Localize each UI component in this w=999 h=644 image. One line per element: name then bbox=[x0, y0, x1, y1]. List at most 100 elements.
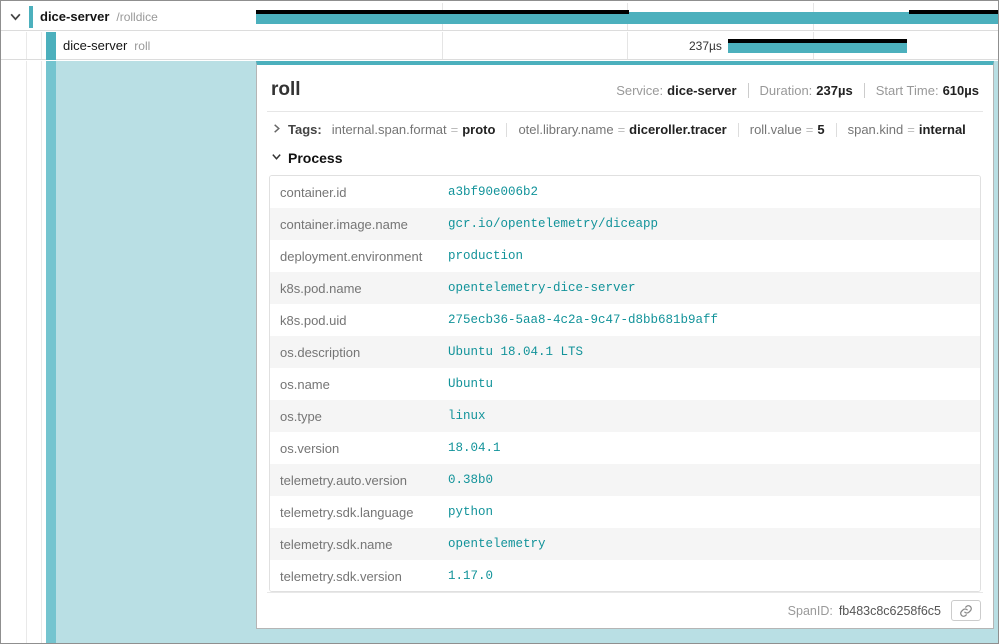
process-row: container.image.namegcr.io/opentelemetry… bbox=[270, 208, 980, 240]
tag-value: proto bbox=[462, 122, 495, 137]
detail-footer: SpanID: fb483c8c6258f6c5 bbox=[267, 592, 983, 628]
process-row: os.typelinux bbox=[270, 400, 980, 432]
indent-guide bbox=[41, 32, 42, 59]
service-name: dice-server bbox=[63, 38, 127, 53]
process-row: container.ida3bf90e006b2 bbox=[270, 176, 980, 208]
service-name: dice-server bbox=[40, 9, 109, 24]
detail-background: roll Service:dice-server Duration:237µs … bbox=[56, 61, 998, 643]
tree-gutter bbox=[1, 61, 56, 643]
process-row: os.descriptionUbuntu 18.04.1 LTS bbox=[270, 336, 980, 368]
process-key: container.image.name bbox=[270, 209, 438, 240]
process-value: opentelemetry bbox=[438, 529, 980, 559]
operation-name: roll bbox=[134, 39, 150, 53]
deep-link-button[interactable] bbox=[951, 600, 981, 621]
equals-sign: = bbox=[451, 122, 459, 137]
spanid-value: fb483c8c6258f6c5 bbox=[839, 604, 941, 618]
process-value: 18.04.1 bbox=[438, 433, 980, 463]
process-value: a3bf90e006b2 bbox=[438, 177, 980, 207]
process-row: os.nameUbuntu bbox=[270, 368, 980, 400]
process-key: telemetry.auto.version bbox=[270, 465, 438, 496]
process-key: container.id bbox=[270, 177, 438, 208]
process-row: telemetry.sdk.nameopentelemetry bbox=[270, 528, 980, 560]
span-overview: Service:dice-server Duration:237µs Start… bbox=[616, 83, 979, 98]
process-value: opentelemetry-dice-server bbox=[438, 273, 980, 303]
process-table: container.ida3bf90e006b2container.image.… bbox=[269, 175, 981, 592]
span-color-bar bbox=[29, 6, 33, 28]
process-row: telemetry.sdk.languagepython bbox=[270, 496, 980, 528]
timeline-cell[interactable]: 237µs bbox=[256, 32, 998, 59]
process-row: k8s.pod.nameopentelemetry-dice-server bbox=[270, 272, 980, 304]
process-row: os.version18.04.1 bbox=[270, 432, 980, 464]
process-key: deployment.environment bbox=[270, 241, 438, 272]
process-key: k8s.pod.uid bbox=[270, 305, 438, 336]
process-value: Ubuntu bbox=[438, 369, 980, 399]
process-value: python bbox=[438, 497, 980, 527]
process-value: production bbox=[438, 241, 980, 271]
divider bbox=[864, 83, 865, 98]
span-name-cell: dice-server roll bbox=[1, 32, 256, 59]
timeline-cell[interactable] bbox=[256, 3, 998, 30]
tag-key: otel.library.name bbox=[518, 122, 613, 137]
divider bbox=[748, 83, 749, 98]
tag-key: internal.span.format bbox=[332, 122, 447, 137]
equals-sign: = bbox=[618, 122, 626, 137]
tags-summary: internal.span.format=protootel.library.n… bbox=[332, 122, 966, 137]
spanid-label: SpanID: bbox=[788, 604, 833, 618]
span-duration-label: 237µs bbox=[256, 40, 722, 53]
span-detail-row: roll Service:dice-server Duration:237µs … bbox=[1, 61, 998, 643]
process-label: Process bbox=[288, 150, 342, 166]
process-value: 1.17.0 bbox=[438, 561, 980, 591]
chevron-down-icon[interactable] bbox=[6, 8, 24, 26]
span-detail-card: roll Service:dice-server Duration:237µs … bbox=[256, 61, 994, 629]
overview-duration: Duration:237µs bbox=[760, 83, 853, 98]
equals-sign: = bbox=[907, 122, 915, 137]
indent-guide bbox=[41, 61, 42, 643]
process-value: gcr.io/opentelemetry/diceapp bbox=[438, 209, 980, 239]
tag-key: roll.value bbox=[750, 122, 802, 137]
tag-summary-item: internal.span.format =proto bbox=[332, 122, 496, 137]
process-row: telemetry.sdk.version1.17.0 bbox=[270, 560, 980, 592]
equals-sign: = bbox=[806, 122, 814, 137]
process-value: Ubuntu 18.04.1 LTS bbox=[438, 337, 980, 367]
indent-guide bbox=[26, 61, 27, 643]
chevron-down-icon bbox=[271, 149, 282, 167]
span-row-rolldice[interactable]: dice-server /rolldice bbox=[1, 3, 998, 31]
process-row: telemetry.auto.version0.38b0 bbox=[270, 464, 980, 496]
operation-name: /rolldice bbox=[116, 10, 157, 24]
critical-path-segment bbox=[256, 10, 629, 14]
chevron-right-icon bbox=[271, 122, 282, 137]
tags-label: Tags: bbox=[288, 122, 322, 137]
tag-value: internal bbox=[919, 122, 966, 137]
divider bbox=[836, 123, 837, 137]
overview-start-time: Start Time:610µs bbox=[876, 83, 979, 98]
process-key: os.name bbox=[270, 369, 438, 400]
span-color-bar bbox=[46, 32, 56, 60]
process-row: k8s.pod.uid275ecb36-5aa8-4c2a-9c47-d8bb6… bbox=[270, 304, 980, 336]
span-name-cell: dice-server /rolldice bbox=[1, 3, 256, 30]
tags-accordion[interactable]: Tags: internal.span.format=protootel.lib… bbox=[267, 112, 983, 147]
divider bbox=[738, 123, 739, 137]
span-color-stripe bbox=[46, 61, 56, 643]
process-key: telemetry.sdk.language bbox=[270, 497, 438, 528]
span-title: roll bbox=[271, 79, 301, 101]
process-key: k8s.pod.name bbox=[270, 273, 438, 304]
tag-summary-item: otel.library.name =diceroller.tracer bbox=[518, 122, 726, 137]
jaeger-trace-detail-view: dice-server /rolldice dice-server roll 2… bbox=[0, 0, 999, 644]
tag-summary-item: span.kind= internal bbox=[848, 122, 966, 137]
process-accordion[interactable]: Process bbox=[267, 147, 983, 175]
divider bbox=[506, 123, 507, 137]
critical-path-segment bbox=[909, 10, 998, 14]
tag-value: diceroller.tracer bbox=[629, 122, 727, 137]
process-key: telemetry.sdk.name bbox=[270, 529, 438, 560]
detail-header: roll Service:dice-server Duration:237µs … bbox=[267, 73, 983, 112]
tag-value: 5 bbox=[817, 122, 824, 137]
tag-key: span.kind bbox=[848, 122, 904, 137]
process-key: os.description bbox=[270, 337, 438, 368]
span-row-roll[interactable]: dice-server roll 237µs bbox=[1, 32, 998, 60]
link-icon bbox=[959, 604, 973, 618]
process-key: os.version bbox=[270, 433, 438, 464]
process-value: linux bbox=[438, 401, 980, 431]
process-value: 275ecb36-5aa8-4c2a-9c47-d8bb681b9aff bbox=[438, 305, 980, 335]
overview-service: Service:dice-server bbox=[616, 83, 736, 98]
process-row: deployment.environmentproduction bbox=[270, 240, 980, 272]
